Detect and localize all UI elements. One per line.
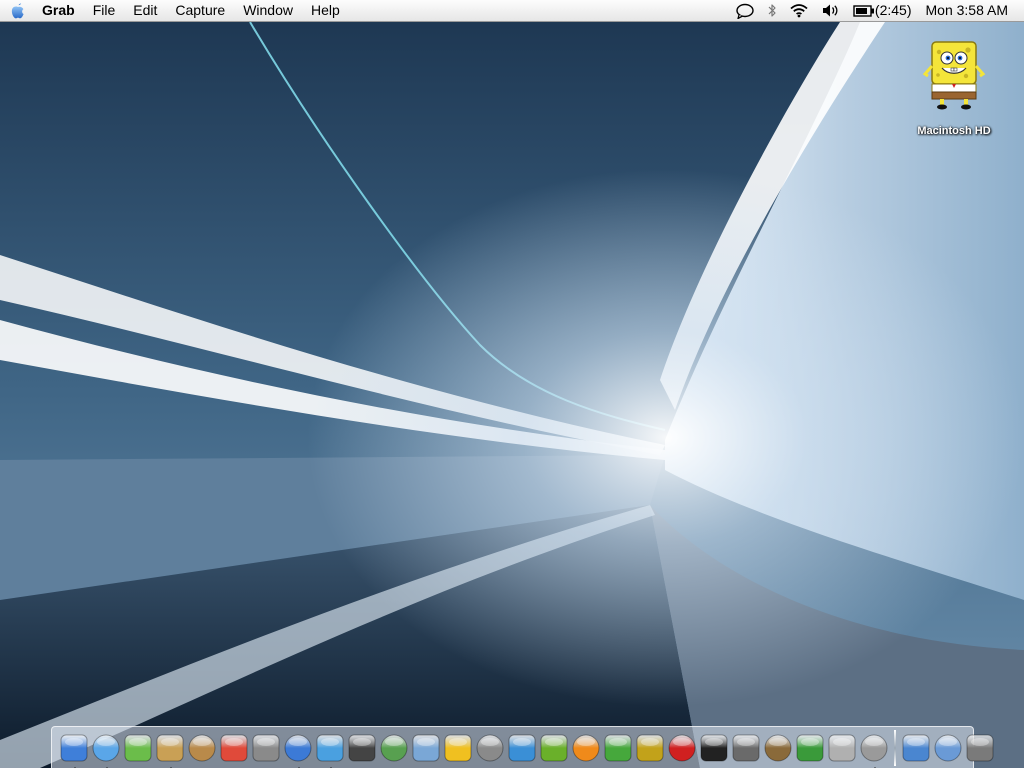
dock-icon-trash[interactable] bbox=[965, 733, 995, 763]
start-app-icon bbox=[796, 734, 824, 761]
battery-icon bbox=[853, 4, 874, 17]
trash-icon bbox=[966, 734, 994, 761]
speaker-volume-icon bbox=[822, 4, 838, 17]
itunes-icon bbox=[124, 734, 152, 761]
dock-icon-address-book[interactable] bbox=[187, 733, 217, 763]
dock-icon-sunflower[interactable] bbox=[443, 733, 473, 763]
menu-file[interactable]: File bbox=[84, 0, 125, 21]
msn-messenger-icon bbox=[316, 734, 344, 761]
menu-window[interactable]: Window bbox=[234, 0, 302, 21]
ical-icon bbox=[220, 734, 248, 761]
photo-booth-icon bbox=[764, 734, 792, 761]
dreamweaver-icon bbox=[508, 734, 536, 761]
finder-icon bbox=[60, 734, 88, 761]
apple-menu[interactable] bbox=[0, 0, 36, 21]
dock-icon-msn-messenger[interactable] bbox=[315, 733, 345, 768]
dock-icon-finder[interactable] bbox=[59, 733, 89, 768]
dock-divider bbox=[894, 729, 896, 766]
speech-bubble-icon bbox=[736, 3, 754, 19]
dock-icon-dreamweaver[interactable] bbox=[507, 733, 537, 763]
dock-icon-photo-booth[interactable] bbox=[763, 733, 793, 763]
dock-icon-itunes[interactable] bbox=[123, 733, 153, 763]
safari-icon bbox=[92, 734, 120, 761]
image-app-icon bbox=[476, 734, 504, 761]
apple-logo-icon bbox=[11, 2, 24, 18]
speech-bubble-menu[interactable] bbox=[729, 0, 761, 21]
battery-time-remaining: (2:45) bbox=[874, 2, 912, 18]
dock-icon-start-app[interactable] bbox=[795, 733, 825, 763]
dock-icon-imovie[interactable] bbox=[347, 733, 377, 763]
preview-icon bbox=[412, 734, 440, 761]
dock-icon-director[interactable] bbox=[603, 733, 633, 763]
utility-icon bbox=[860, 734, 888, 761]
menu-app-grab[interactable]: Grab bbox=[36, 0, 84, 21]
menu-capture[interactable]: Capture bbox=[166, 0, 234, 21]
dock-icon-isync[interactable] bbox=[251, 733, 281, 763]
iphoto-icon bbox=[156, 734, 184, 761]
volume-menu[interactable] bbox=[815, 0, 847, 21]
menu-help[interactable]: Help bbox=[302, 0, 349, 21]
fontographer-icon bbox=[636, 734, 664, 761]
freehand-icon bbox=[572, 734, 600, 761]
dock-icon-flash[interactable] bbox=[667, 733, 697, 763]
address-book-icon bbox=[188, 734, 216, 761]
sunflower-icon bbox=[444, 734, 472, 761]
dock-documents-section bbox=[900, 733, 996, 763]
terminal-icon bbox=[700, 734, 728, 761]
bluetooth-icon bbox=[768, 4, 776, 17]
menu-edit[interactable]: Edit bbox=[124, 0, 166, 21]
dock-icon-utility[interactable] bbox=[859, 733, 889, 768]
dock-icon-internet-connect[interactable] bbox=[379, 733, 409, 763]
dock-icon-freehand[interactable] bbox=[571, 733, 601, 763]
dock-icon-applications-folder[interactable] bbox=[933, 733, 963, 763]
dock-icon-fireworks[interactable] bbox=[539, 733, 569, 763]
desktop-icon-label: Macintosh HD bbox=[917, 125, 991, 137]
dock-icon-preview[interactable] bbox=[411, 733, 441, 763]
bluetooth-menu[interactable] bbox=[761, 0, 783, 21]
wifi-icon bbox=[790, 4, 808, 18]
dock-icon-system-profiler[interactable] bbox=[827, 733, 857, 763]
fireworks-icon bbox=[540, 734, 568, 761]
applications-folder-icon bbox=[934, 734, 962, 761]
tunnel-wallpaper bbox=[0, 0, 1024, 768]
isync-icon bbox=[252, 734, 280, 761]
dock-icon-ical[interactable] bbox=[219, 733, 249, 763]
dock-icon-network-folder[interactable] bbox=[901, 733, 931, 763]
menu-clock[interactable]: Mon 3:58 AM bbox=[918, 0, 1024, 21]
director-icon bbox=[604, 734, 632, 761]
internet-connect-icon bbox=[380, 734, 408, 761]
menu-bar: Grab File Edit Capture Window Help (2:45… bbox=[0, 0, 1024, 22]
imovie-icon bbox=[348, 734, 376, 761]
spongebob-hard-drive-icon bbox=[922, 41, 986, 110]
desktop[interactable]: Grab File Edit Capture Window Help (2:45… bbox=[0, 0, 1024, 768]
dock-icon-terminal[interactable] bbox=[699, 733, 729, 763]
dock-icon-fontographer[interactable] bbox=[635, 733, 665, 763]
network-folder-icon bbox=[902, 734, 930, 761]
battery-menu[interactable]: (2:45) bbox=[847, 0, 918, 21]
dock-apps-section bbox=[58, 733, 890, 768]
dock-icon-iphoto[interactable] bbox=[155, 733, 185, 768]
dock-icon-ichat[interactable] bbox=[283, 733, 313, 768]
sherlock-icon bbox=[732, 734, 760, 761]
ichat-icon bbox=[284, 734, 312, 761]
dock-icon-image-app[interactable] bbox=[475, 733, 505, 763]
system-profiler-icon bbox=[828, 734, 856, 761]
flash-icon bbox=[668, 734, 696, 761]
dock-icon-sherlock[interactable] bbox=[731, 733, 761, 763]
desktop-icon-macintosh-hd[interactable]: Macintosh HD bbox=[906, 38, 1002, 138]
airport-menu[interactable] bbox=[783, 0, 815, 21]
dock-icon-safari[interactable] bbox=[91, 733, 121, 768]
dock bbox=[51, 726, 994, 768]
